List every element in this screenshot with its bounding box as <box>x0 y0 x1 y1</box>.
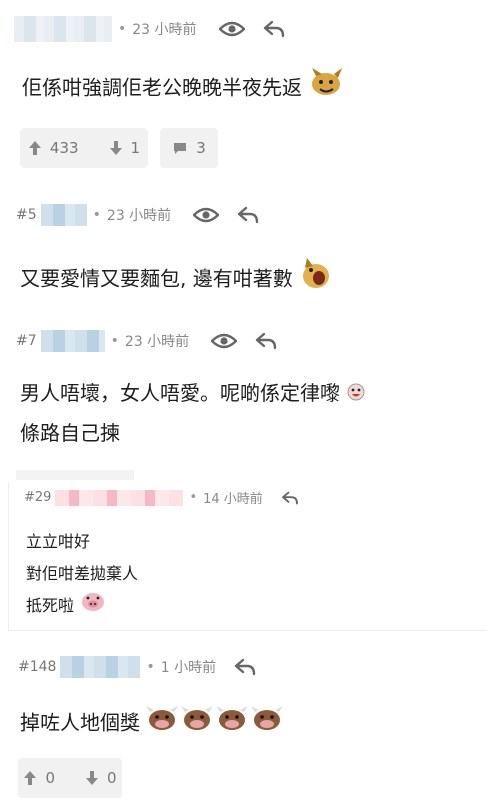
eye-icon[interactable] <box>193 207 220 223</box>
reply-icon[interactable] <box>234 658 256 676</box>
downvote-count: 1 <box>130 139 141 157</box>
username-blurred[interactable] <box>55 489 184 506</box>
upvote-count: 433 <box>49 139 79 157</box>
post-5-meta: #148 • 1 小時前 <box>18 656 256 678</box>
reply-icon[interactable] <box>263 20 285 38</box>
emoticon-laugh-icon <box>299 258 333 302</box>
emoticon-cow-icon <box>146 702 286 746</box>
post-time: 23 小時前 <box>124 334 190 350</box>
emoticon-face-icon <box>346 376 366 414</box>
arrow-down-icon[interactable] <box>85 770 99 786</box>
comment-icon <box>172 141 188 155</box>
username-blurred[interactable] <box>40 330 105 352</box>
post-3-content: 男人唔壞，女人唔愛。呢啲係定律嚟 條路自己揀 <box>20 374 366 452</box>
arrow-up-icon[interactable] <box>28 140 42 156</box>
vote-bar: 0 0 <box>18 758 122 798</box>
comment-button[interactable]: 3 <box>160 128 218 168</box>
post-time: 23 小時前 <box>106 208 172 224</box>
vote-bar: 433 1 <box>20 128 148 168</box>
arrow-down-icon[interactable] <box>109 140 123 156</box>
username-blurred[interactable] <box>40 204 87 226</box>
eye-icon[interactable] <box>211 333 238 349</box>
post-2-content: 又要愛情又要麵包, 邊有咁著數 <box>20 258 333 302</box>
eye-icon[interactable] <box>218 21 245 37</box>
post-number: #7 <box>16 333 37 349</box>
upvote-count: 0 <box>45 769 55 787</box>
post-time: 14 小時前 <box>203 492 263 507</box>
post-number: #5 <box>16 207 37 223</box>
reply-icon[interactable] <box>281 491 299 505</box>
post-number: #29 <box>24 490 52 505</box>
post-time: 23 小時前 <box>132 22 197 38</box>
emoticon-dog-icon <box>308 68 346 110</box>
post-time: 1 小時前 <box>160 660 217 676</box>
post-4-meta: #29 • 14 小時前 <box>24 488 299 507</box>
post-number: #148 <box>18 659 57 675</box>
emoticon-pig-icon <box>79 590 107 623</box>
post-5-content: 掉咗人地個獎 <box>20 702 286 746</box>
post-2-meta: #5 • 23 小時前 <box>16 204 259 226</box>
quote-divider <box>16 470 134 480</box>
post-1-meta: • 23 小時前 <box>14 16 285 42</box>
reply-icon[interactable] <box>255 332 277 350</box>
comment-count: 3 <box>196 139 206 157</box>
username-blurred[interactable] <box>14 16 112 42</box>
post-4-content: 立立咁好 對佢咁差拋棄人 抵死啦 <box>26 526 138 623</box>
post-3-meta: #7 • 23 小時前 <box>16 330 277 352</box>
username-blurred[interactable] <box>60 656 141 678</box>
downvote-count: 0 <box>107 769 117 787</box>
arrow-up-icon[interactable] <box>23 770 37 786</box>
reply-icon[interactable] <box>237 206 259 224</box>
post-1-content: 佢係咁強調佢老公晚晚半夜先返 <box>22 68 346 110</box>
